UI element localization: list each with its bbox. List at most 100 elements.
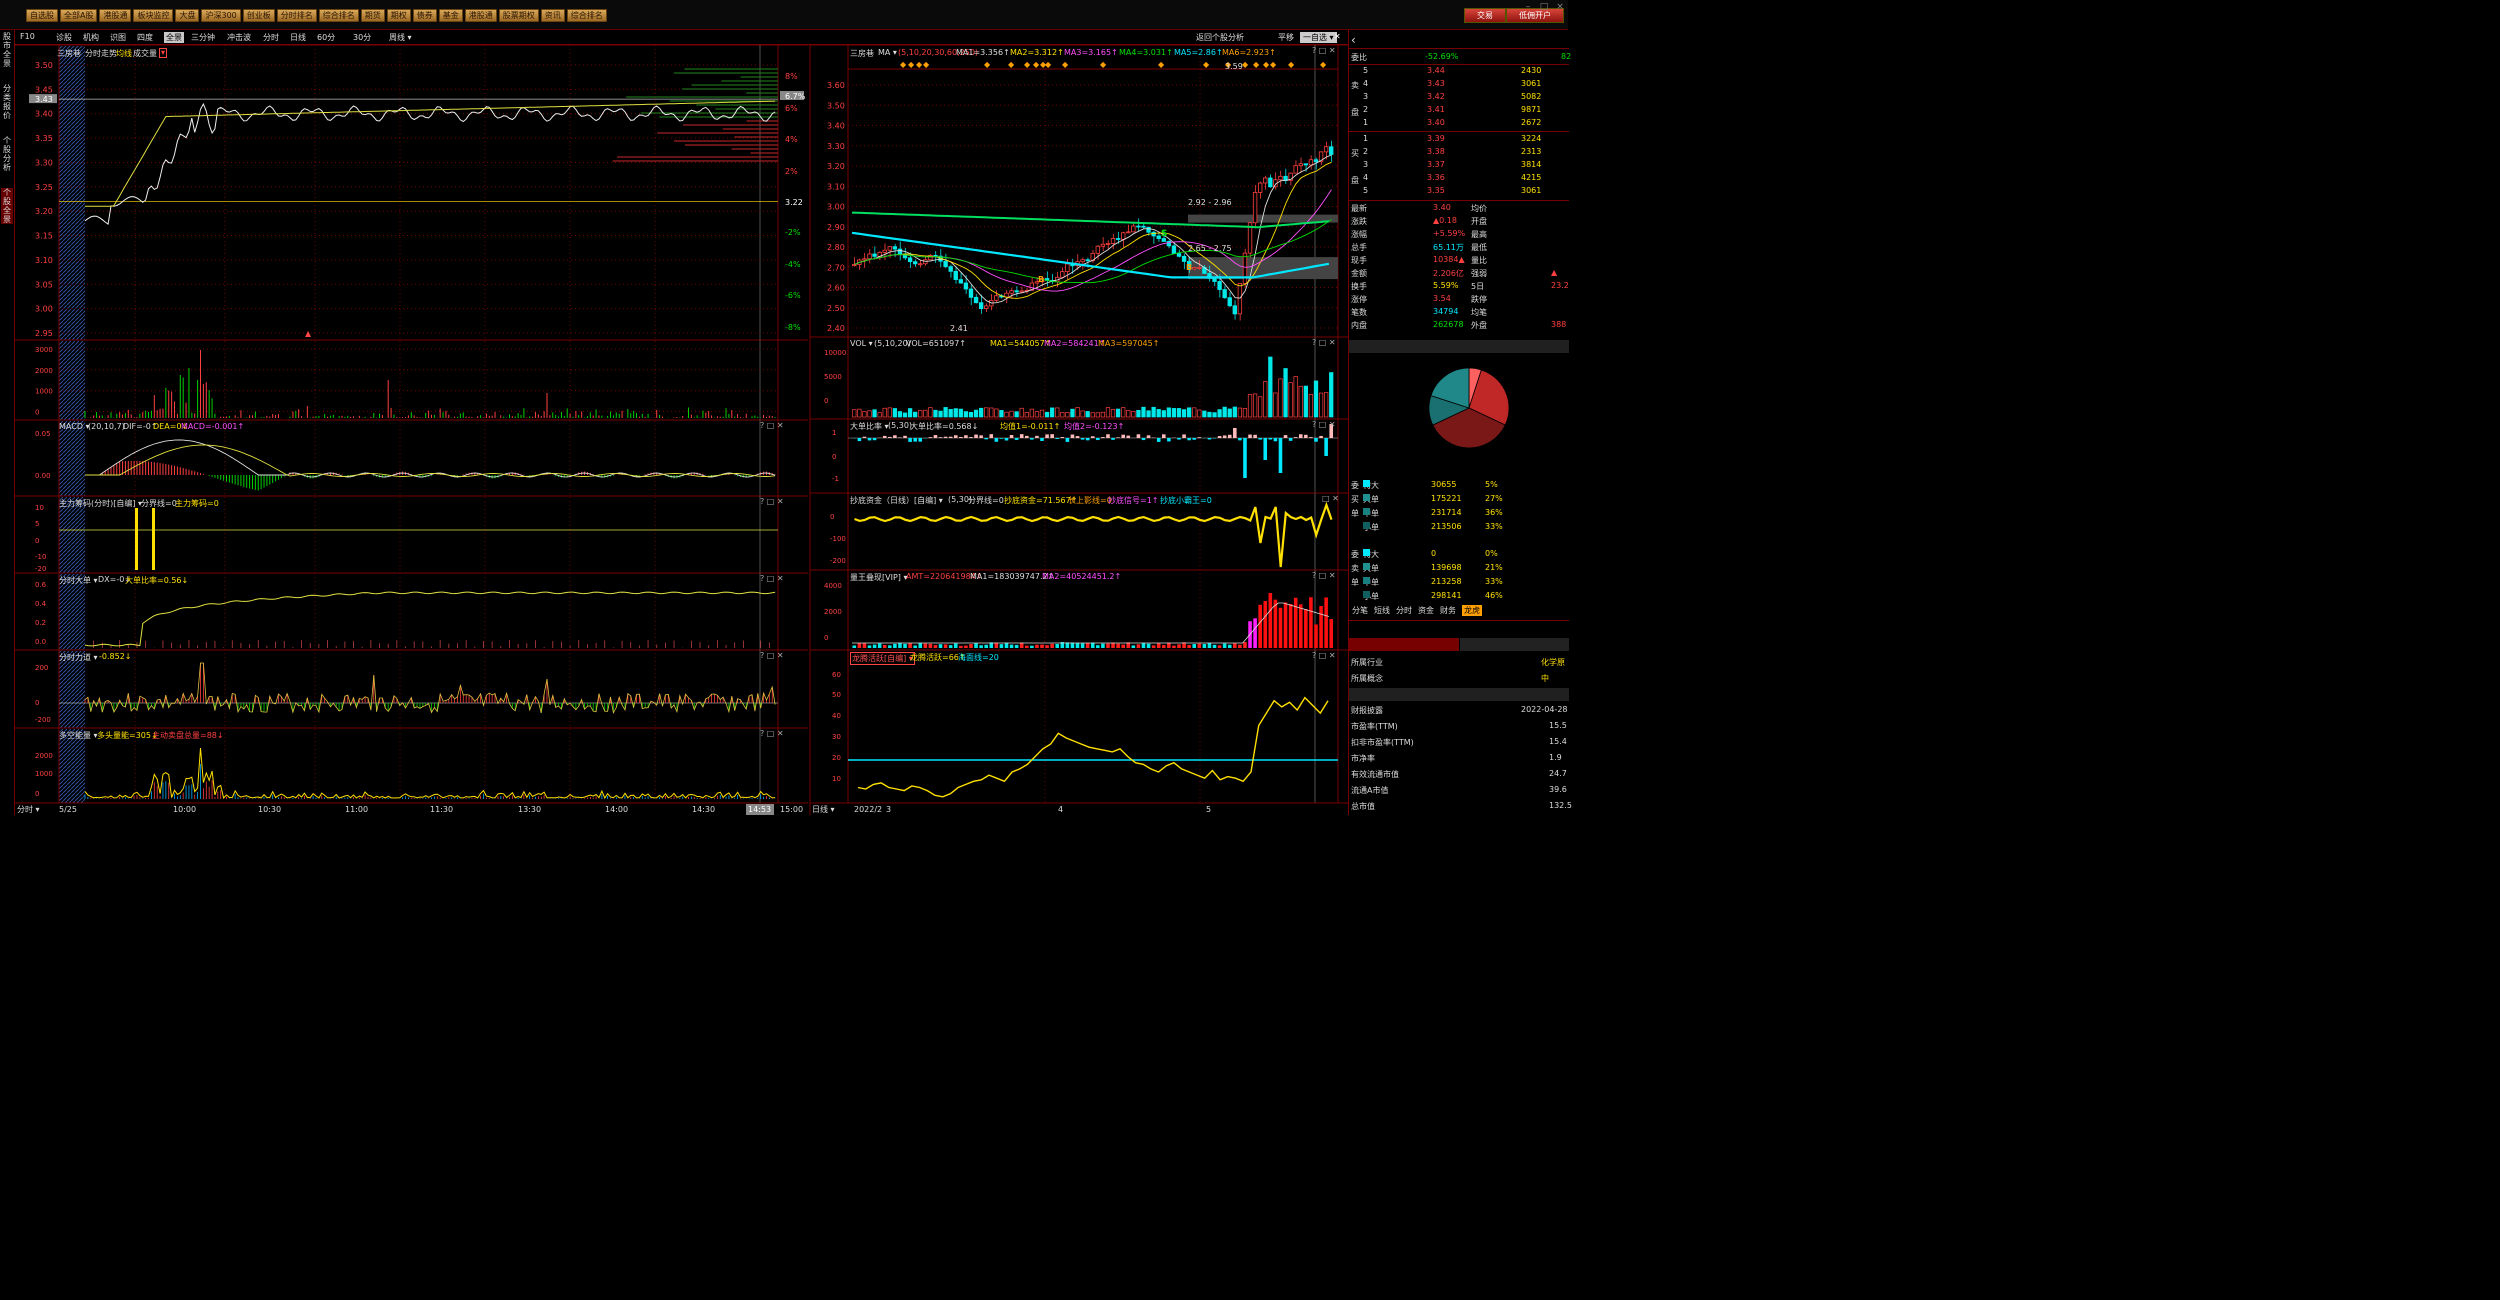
top-menu-item[interactable]: 沪深300 [201,9,241,22]
sub-right-item[interactable]: 返回个股分析 [1196,32,1244,43]
sell-level[interactable]: 5 3.44 2430 [1349,66,1569,78]
trade-button[interactable]: 交易 [1464,8,1506,23]
kline-header-item: MA ▾ [878,48,897,57]
sub-tab[interactable]: 全景 [164,32,184,43]
deep-analysis-button[interactable] [1460,638,1569,651]
top-menu-item[interactable]: 创业板 [242,9,275,22]
time-tick-label: 11:00 [345,805,368,814]
intraday-header-item: 分时走势 [85,49,117,58]
back-icon[interactable]: ‹ [1351,33,1356,47]
dk-label-item: 多空能量 ▾ [59,731,98,740]
vol-tick-label: 0 [35,408,39,416]
pane-controls[interactable]: ? □ ✕ [760,497,784,506]
top-menu-item[interactable]: 资讯 [540,9,565,22]
sub-tab[interactable]: 三分钟 [191,32,215,43]
dd-tick-label: 0.0 [35,638,46,646]
sub-tab[interactable]: 四度 [137,32,153,43]
signal-diamond: ◆ [1288,60,1295,69]
sell-level[interactable]: 2 3.41 9871 [1349,105,1569,117]
top-menu-item[interactable]: 全部A股 [60,9,98,22]
lw-tick: 4000 [824,582,842,590]
pane-controls[interactable]: ? □ ✕ [1312,338,1336,347]
left-tab[interactable]: 个股全景 [1,188,13,224]
lh-tick: 50 [832,691,841,699]
close-icon[interactable]: × [1552,2,1568,14]
dropdown-icon[interactable]: ▾ [159,48,168,58]
sub-right-item[interactable]: 平移 [1278,32,1294,43]
kline-header-item: MA3=3.165↑ [1064,48,1118,57]
buy-signal: B [1186,263,1192,272]
sell-level[interactable]: 3 3.42 5082 [1349,92,1569,104]
sub-right-item[interactable]: 一自选 ▾ [1300,32,1337,43]
macd-label-item: MACD ▾ [59,422,90,431]
sub-tab[interactable]: 诊股 [56,32,72,43]
sub-tab[interactable]: 机构 [83,32,99,43]
pane-controls[interactable]: ? □ ✕ [1312,651,1336,660]
sub-tab[interactable]: F10 [20,32,35,41]
top-menu-item[interactable]: 期货 [360,9,385,22]
buy-level[interactable]: 2 3.38 2313 [1349,147,1569,159]
signal-diamond: ◆ [1100,60,1107,69]
signal-diamond: ◆ [916,60,923,69]
lw-label-item: MA2=40524451.2↑ [1042,572,1122,581]
left-tab[interactable]: 个股分析 [1,136,13,172]
top-menu-item[interactable]: 股票期权 [498,9,539,22]
top-menu-item[interactable]: 期权 [386,9,411,22]
pane-controls[interactable]: ? □ ✕ [760,651,784,660]
right-tab[interactable]: 分笔 [1352,605,1368,616]
pane-controls[interactable]: ? □ ✕ [1312,46,1336,55]
pane-controls[interactable]: ? □ ✕ [760,729,784,738]
top-menu-item[interactable]: 综合排名 [318,9,359,22]
macd-tick-label: 0.05 [35,430,51,438]
sub-tab[interactable]: 分时 [263,32,279,43]
dd-label-item: 大单比率=0.56↓ [125,576,189,585]
buy-level[interactable]: 3 3.37 3814 [1349,160,1569,172]
cd-tick: 0 [830,513,834,521]
pct-tick-label: 8% [785,72,798,81]
top-menu-item[interactable]: 自选股 [26,9,58,22]
pane-controls[interactable]: ? □ ✕ [1312,571,1336,580]
top-menu-item[interactable]: 大盘 [175,9,200,22]
ld-tick-label: 0 [35,699,39,707]
pane-controls[interactable]: ? □ ✕ [1312,420,1336,429]
buy-level[interactable]: 4 3.36 4215 [1349,173,1569,185]
metric-row: 扣非市盈率(TTM) 15.4 [1351,737,1567,747]
buy-level[interactable]: 5 3.35 3061 [1349,186,1569,198]
left-tab[interactable]: 分类报价 [1,84,13,120]
sub-tab[interactable]: 60分 [317,32,335,43]
top-menu-item[interactable]: 港股通 [464,9,497,22]
sub-tab[interactable]: 日线 [290,32,306,43]
top-menu-item[interactable]: 综合排名 [566,9,607,22]
pane-controls[interactable]: ? □ ✕ [760,574,784,583]
top-menu-item[interactable]: 港股通 [99,9,132,22]
kline-price-tick: 3.20 [827,162,845,171]
minimize-icon[interactable]: – [1520,2,1536,14]
right-tab[interactable]: 资金 [1418,605,1434,616]
sub-tab[interactable]: 冲击波 [227,32,251,43]
time-tick-label: 5/25 [59,805,77,814]
sub-tab[interactable]: 30分 [353,32,371,43]
sell-level[interactable]: 4 3.43 3061 [1349,79,1569,91]
left-tab[interactable]: 股市全景 [1,32,13,68]
sell-level[interactable]: 1 3.40 2672 [1349,118,1569,130]
dk-label-item: 主动卖盘总量=88↓ [152,731,224,740]
cd-label-item: 抄底信号=1↑ [1108,496,1159,505]
maximize-icon[interactable]: □ [1536,2,1552,14]
sub-tab[interactable]: 周线 ▾ [389,32,412,43]
expand-icon[interactable]: ✕ [1334,32,1341,41]
sub-tab[interactable]: 识图 [110,32,126,43]
buy-level[interactable]: 1 3.39 3224 [1349,134,1569,146]
right-tab[interactable]: 龙虎 [1462,605,1482,616]
right-tab[interactable]: 分时 [1396,605,1412,616]
right-tab[interactable]: 短线 [1374,605,1390,616]
top-menu-item[interactable]: 板块监控 [133,9,174,22]
ld-label-item: 分时力道 ▾ [59,653,98,662]
top-menu-item[interactable]: 基金 [438,9,463,22]
right-tab[interactable]: 财务 [1440,605,1456,616]
pane-controls[interactable]: ? □ ✕ [760,421,784,430]
lh-label-item[interactable]: 龙腾活跃[自编] ▾ [850,652,915,665]
fin-analysis-button[interactable] [1349,638,1459,651]
pane-controls[interactable]: □ ✕ [1322,494,1339,503]
top-menu-item[interactable]: 债券 [412,9,437,22]
top-menu-item[interactable]: 分时排名 [276,9,317,22]
